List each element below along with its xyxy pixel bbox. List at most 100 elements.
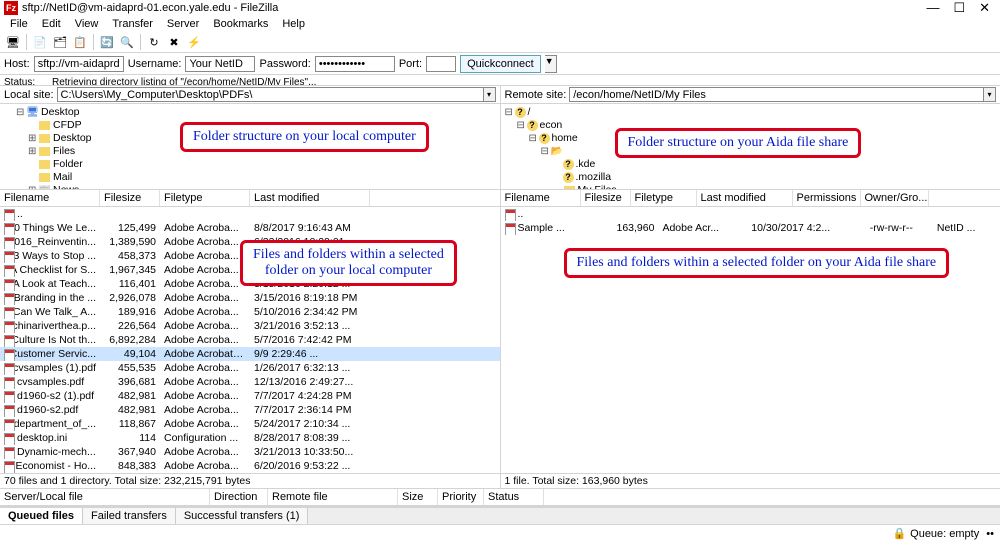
close-button[interactable]: ✕ [979, 0, 990, 16]
file-row[interactable]: cvsamples.pdf396,681Adobe Acroba...12/13… [0, 375, 500, 389]
remote-file-list[interactable]: FilenameFilesizeFiletypeLast modifiedPer… [501, 190, 1000, 473]
queue-col-header[interactable]: Remote file [268, 489, 398, 505]
file-row[interactable]: Branding in the ...2,926,078Adobe Acroba… [0, 291, 500, 305]
remote-status: 1 file. Total size: 163,960 bytes [501, 473, 1000, 488]
callout-remote-tree: Folder structure on your Aida file share [615, 128, 862, 158]
col-header[interactable]: Owner/Gro... [861, 190, 929, 206]
file-icon [4, 223, 6, 234]
col-header[interactable]: Filename [501, 190, 581, 206]
cancel-button[interactable]: ✖ [165, 33, 183, 51]
maximize-button[interactable]: ☐ [953, 0, 965, 16]
file-row[interactable]: desktop.ini114Configuration ...8/28/2017… [0, 431, 500, 445]
file-row[interactable]: cvsamples (1).pdf455,535Adobe Acroba...1… [0, 361, 500, 375]
local-pane: Local site: ▾ Folder structure on your l… [0, 86, 501, 488]
tree-node[interactable]: ⊟?/ [505, 106, 997, 119]
host-input[interactable] [34, 56, 124, 72]
menu-file[interactable]: File [4, 17, 34, 31]
file-icon [4, 433, 15, 444]
col-header[interactable]: Filename [0, 190, 100, 206]
tree-node[interactable]: ?.kde [505, 158, 997, 171]
app-icon: Fz [4, 1, 18, 15]
toggle-log-button[interactable]: 📄 [31, 33, 49, 51]
log-line: Status:Retrieving directory listing of "… [4, 77, 996, 86]
file-row[interactable]: Culture Is Not th...6,892,284Adobe Acrob… [0, 333, 500, 347]
callout-local-tree: Folder structure on your local computer [180, 122, 429, 152]
queue-col-header[interactable]: Size [398, 489, 438, 505]
file-row[interactable]: department_of_...118,867Adobe Acroba...5… [0, 417, 500, 431]
menu-view[interactable]: View [69, 17, 105, 31]
file-row[interactable]: Customer Servic...49,104Adobe Acrobat Do… [0, 347, 500, 361]
file-icon [4, 405, 15, 416]
user-label: Username: [128, 58, 182, 70]
file-icon [4, 209, 15, 220]
file-row[interactable]: 10 Things We Le...125,499Adobe Acroba...… [0, 221, 500, 235]
file-row[interactable]: Dynamic-mech...367,940Adobe Acroba...3/2… [0, 445, 500, 459]
password-input[interactable] [315, 56, 395, 72]
file-row[interactable]: .. [501, 207, 1000, 221]
remote-folder-tree[interactable]: Folder structure on your Aida file share… [501, 104, 1000, 190]
menu-help[interactable]: Help [276, 17, 311, 31]
file-row[interactable]: Economist - Ho...848,383Adobe Acroba...6… [0, 459, 500, 473]
pass-label: Password: [259, 58, 310, 70]
tree-node[interactable]: ⊟🖥Desktop [4, 106, 496, 119]
menu-bar: FileEditViewTransferServerBookmarksHelp [0, 16, 1000, 32]
col-header[interactable]: Last modified [250, 190, 370, 206]
menu-server[interactable]: Server [161, 17, 205, 31]
port-input[interactable] [426, 56, 456, 72]
file-row[interactable]: .. [0, 207, 500, 221]
remote-path-input[interactable] [569, 87, 984, 102]
menu-edit[interactable]: Edit [36, 17, 67, 31]
col-header[interactable]: Permissions [793, 190, 861, 206]
tree-node[interactable]: ?.mozilla [505, 171, 997, 184]
local-file-list[interactable]: FilenameFilesizeFiletypeLast modified ..… [0, 190, 500, 473]
file-row[interactable]: Can We Talk_ A...189,916Adobe Acroba...5… [0, 305, 500, 319]
compare-button[interactable]: 🔍 [118, 33, 136, 51]
file-row[interactable]: Sample ...163,960Adobe Acr...10/30/2017 … [501, 221, 1000, 235]
remote-path-dropdown[interactable]: ▾ [984, 87, 996, 102]
toggle-queue-button[interactable]: 📋 [71, 33, 89, 51]
titlebar: Fz sftp://NetID@vm-aidaprd-01.econ.yale.… [0, 0, 1000, 16]
file-icon [4, 391, 15, 402]
local-path-dropdown[interactable]: ▾ [484, 87, 496, 102]
minimize-button[interactable]: — [926, 0, 939, 16]
queue-tabs: Queued filesFailed transfersSuccessful t… [0, 507, 1000, 524]
col-header[interactable]: Filesize [581, 190, 631, 206]
file-row[interactable]: chinariverthea.p...226,564Adobe Acroba..… [0, 319, 500, 333]
username-input[interactable] [185, 56, 255, 72]
file-row[interactable]: d1960-s2 (1).pdf482,981Adobe Acroba...7/… [0, 389, 500, 403]
tree-node[interactable]: Folder [4, 158, 496, 171]
queue-col-header[interactable]: Priority [438, 489, 484, 505]
quickconnect-dropdown[interactable]: ▼ [545, 55, 557, 73]
local-path-input[interactable] [57, 87, 484, 102]
file-icon [4, 461, 13, 472]
tab-successful-transfers-[interactable]: Successful transfers (1) [176, 508, 309, 524]
queue-col-header[interactable]: Status [484, 489, 544, 505]
menu-transfer[interactable]: Transfer [106, 17, 159, 31]
file-icon [4, 293, 12, 304]
tab-queued-files[interactable]: Queued files [0, 508, 83, 524]
quickconnect-button[interactable]: Quickconnect [460, 55, 541, 73]
menu-bookmarks[interactable]: Bookmarks [207, 17, 274, 31]
file-row[interactable]: d1960-s2.pdf482,981Adobe Acroba...7/7/20… [0, 403, 500, 417]
queue-col-header[interactable]: Server/Local file [0, 489, 210, 505]
reconnect-button[interactable]: ↻ [145, 33, 163, 51]
file-icon [4, 321, 11, 332]
col-header[interactable]: Filetype [631, 190, 697, 206]
window-title: sftp://NetID@vm-aidaprd-01.econ.yale.edu… [22, 2, 926, 14]
file-icon [4, 377, 15, 388]
sync-browse-button[interactable]: 🔄 [98, 33, 116, 51]
file-icon [4, 447, 15, 458]
local-site-label: Local site: [4, 89, 54, 101]
tab-failed-transfers[interactable]: Failed transfers [83, 508, 176, 524]
host-label: Host: [4, 58, 30, 70]
message-log: Status:Retrieving directory listing of "… [0, 75, 1000, 86]
sitemanager-button[interactable]: 🖥 [4, 33, 22, 51]
col-header[interactable]: Last modified [697, 190, 793, 206]
col-header[interactable]: Filesize [100, 190, 160, 206]
queue-col-header[interactable]: Direction [210, 489, 268, 505]
local-folder-tree[interactable]: Folder structure on your local computer … [0, 104, 500, 190]
toggle-tree-button[interactable]: 🗂 [51, 33, 69, 51]
col-header[interactable]: Filetype [160, 190, 250, 206]
tree-node[interactable]: Mail [4, 171, 496, 184]
disconnect-button[interactable]: ⚡ [185, 33, 203, 51]
